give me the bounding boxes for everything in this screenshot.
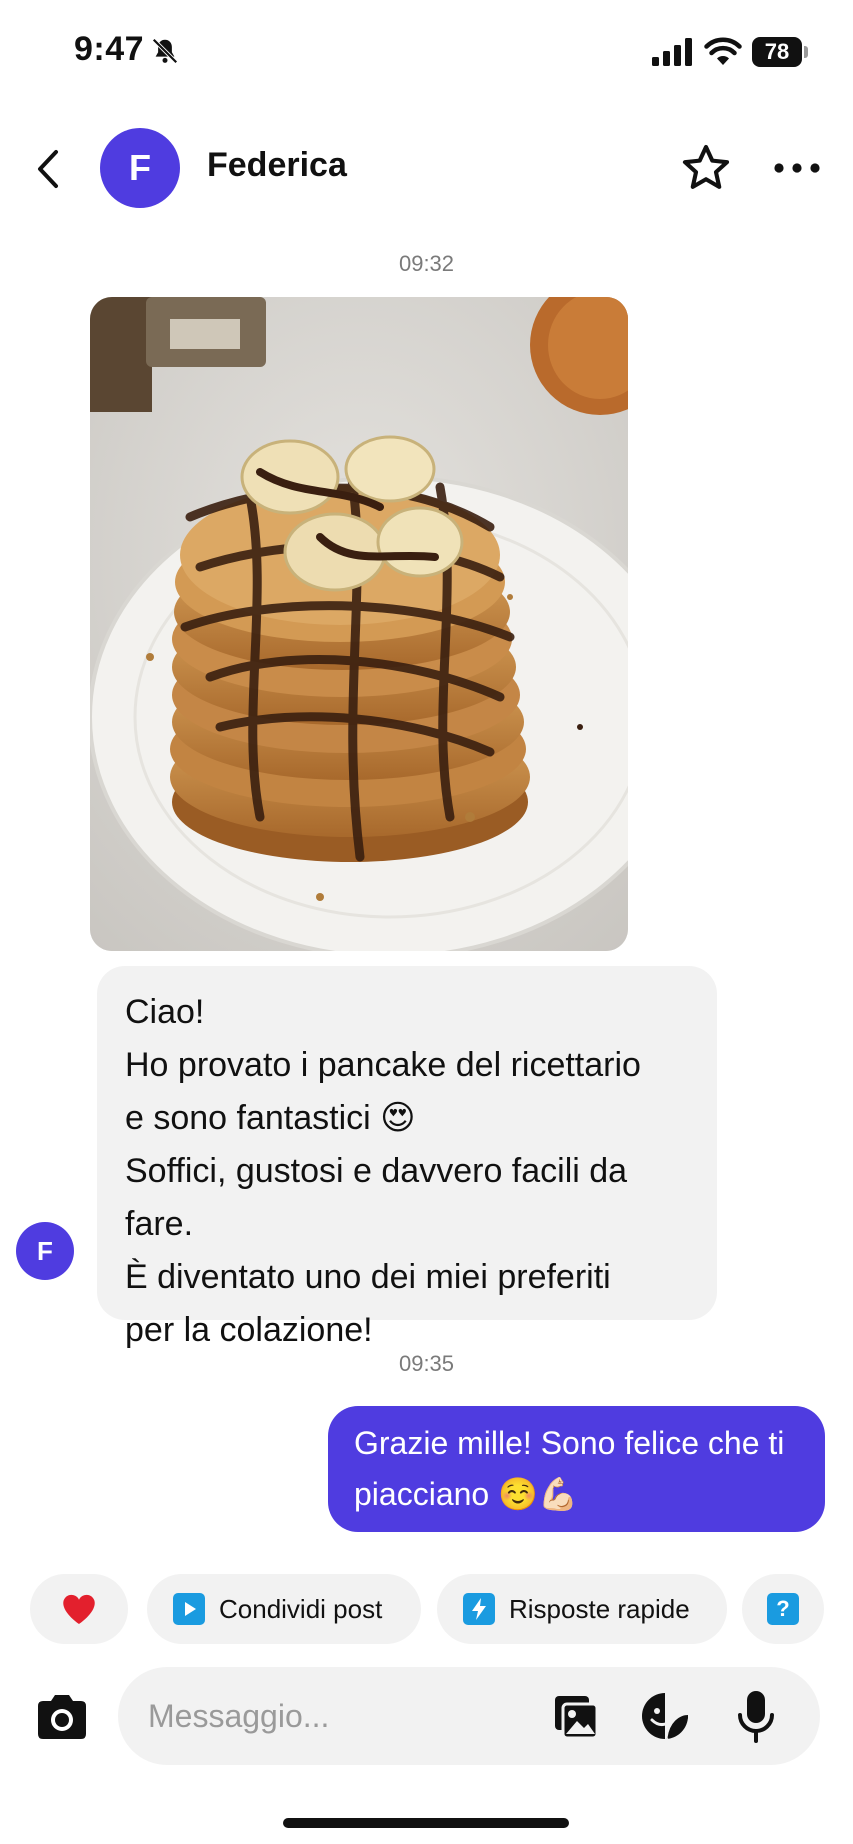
message-input[interactable]: [148, 1667, 528, 1765]
message-timestamp: 09:32: [398, 251, 455, 276]
home-indicator[interactable]: [283, 1818, 569, 1828]
status-time: 9:47: [74, 30, 145, 68]
sticker-icon[interactable]: [640, 1691, 690, 1741]
share-post-chip[interactable]: Condividi post: [147, 1574, 421, 1644]
heart-icon: [63, 1594, 95, 1624]
camera-icon[interactable]: [34, 1692, 90, 1742]
battery-icon: 78: [752, 37, 808, 67]
outgoing-message-bubble[interactable]: Grazie mille! Sono felice che ti piaccia…: [328, 1406, 825, 1532]
more-horizontal-icon[interactable]: [772, 150, 822, 186]
incoming-message-bubble[interactable]: Ciao! Ho provato i pancake del ricettari…: [97, 966, 717, 1349]
quick-replies-label: Risposte rapide: [509, 1594, 690, 1624]
microphone-icon[interactable]: [736, 1689, 776, 1743]
question-square-icon: ?: [767, 1593, 799, 1625]
message-timestamp: 09:35: [398, 1351, 455, 1376]
battery-cap: [804, 46, 808, 58]
lightning-square-icon: [463, 1593, 495, 1625]
contact-name[interactable]: Federica: [207, 146, 347, 185]
share-post-label: Condividi post: [219, 1594, 383, 1624]
back-button[interactable]: [28, 144, 68, 194]
pancake-stack-image: [90, 297, 628, 951]
like-chip[interactable]: [30, 1574, 128, 1644]
chat-header: F Federica: [0, 120, 853, 220]
sender-avatar[interactable]: F: [16, 1222, 74, 1280]
star-outline-icon[interactable]: [680, 142, 732, 194]
quick-replies-chip[interactable]: Risposte rapide: [437, 1574, 727, 1644]
wifi-icon: [704, 37, 742, 65]
battery-level: 78: [764, 39, 790, 64]
contact-avatar[interactable]: F: [100, 128, 180, 208]
cellular-signal-icon: [652, 38, 692, 66]
status-bar: 9:47 78: [0, 0, 853, 100]
bell-slash-icon: [152, 38, 178, 64]
play-square-icon: [173, 1593, 205, 1625]
chat-screen: 9:47 78 F Federica 09:32 Ciao! Ho provat…: [0, 0, 853, 1844]
help-chip[interactable]: ?: [742, 1574, 824, 1644]
message-composer: [118, 1667, 820, 1765]
shared-photo-pancakes[interactable]: [90, 297, 628, 951]
battery-body: 78: [752, 37, 802, 67]
gallery-icon[interactable]: [552, 1693, 600, 1741]
